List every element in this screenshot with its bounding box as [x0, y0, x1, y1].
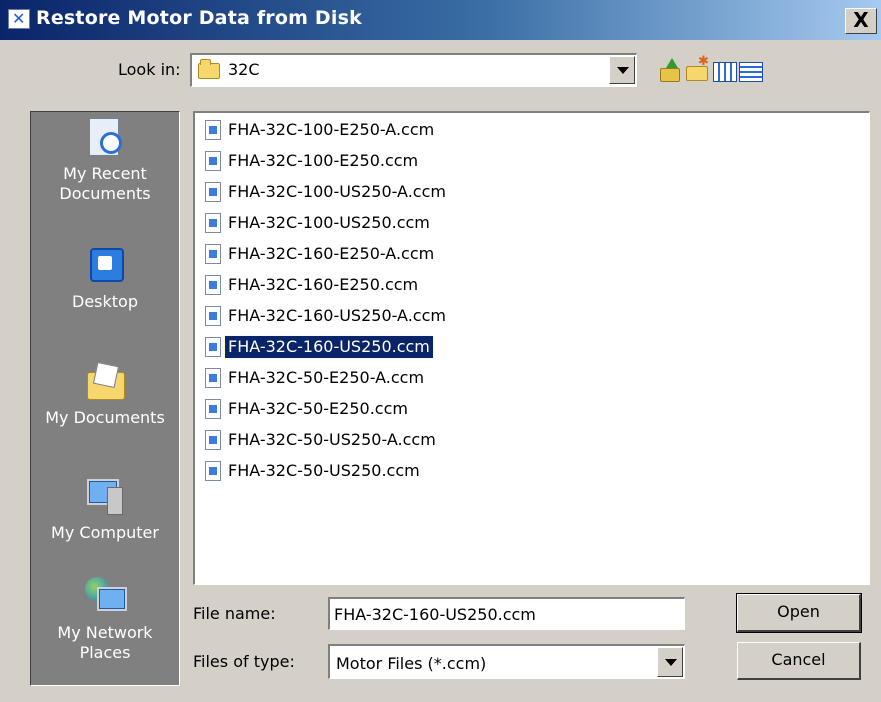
- file-name: FHA-32C-100-US250-A.ccm: [228, 182, 446, 201]
- look-in-dropdown[interactable]: 32C: [190, 53, 637, 87]
- file-name: FHA-32C-160-US250-A.ccm: [228, 306, 446, 325]
- file-name: FHA-32C-160-E250-A.ccm: [228, 244, 435, 263]
- open-button[interactable]: Open: [736, 593, 862, 633]
- create-new-folder-icon[interactable]: [684, 54, 710, 82]
- place-my-network-places[interactable]: My Network Places: [31, 577, 179, 663]
- file-icon: [205, 430, 221, 450]
- place-label: Desktop: [72, 292, 138, 311]
- file-name: FHA-32C-100-E250-A.ccm: [228, 120, 435, 139]
- file-name: FHA-32C-50-US250.ccm: [228, 461, 420, 480]
- title-bar: Restore Motor Data from Disk X: [0, 0, 881, 40]
- place-desktop[interactable]: Desktop: [31, 246, 179, 312]
- file-icon: [205, 368, 221, 388]
- my-computer-icon: [83, 477, 127, 517]
- file-type-label: Files of type:: [193, 652, 295, 671]
- up-one-level-icon[interactable]: [656, 58, 682, 82]
- cancel-button[interactable]: Cancel: [737, 642, 861, 680]
- file-type-dropdown[interactable]: Motor Files (*.ccm): [328, 644, 685, 679]
- chevron-down-icon[interactable]: [657, 647, 683, 677]
- file-icon: [205, 306, 221, 326]
- place-my-recent-documents[interactable]: My Recent Documents: [31, 118, 179, 204]
- place-my-computer[interactable]: My Computer: [31, 477, 179, 543]
- place-label: My Recent Documents: [59, 164, 151, 203]
- file-name: FHA-32C-160-E250.ccm: [228, 275, 419, 294]
- place-my-documents[interactable]: My Documents: [31, 362, 179, 428]
- file-name: FHA-32C-50-E250.ccm: [228, 399, 408, 418]
- file-name: FHA-32C-100-US250.ccm: [228, 213, 430, 232]
- file-name: FHA-32C-100-E250.ccm: [228, 151, 419, 170]
- app-icon: [8, 9, 30, 29]
- file-icon: [205, 275, 221, 295]
- file-icon: [205, 151, 221, 171]
- recent-documents-icon: [83, 118, 127, 158]
- details-view-icon[interactable]: [738, 58, 764, 82]
- file-icon: [205, 120, 221, 140]
- file-name-label: File name:: [193, 604, 276, 623]
- place-label: My Computer: [51, 523, 159, 542]
- file-icon: [205, 182, 221, 202]
- folder-icon: [198, 59, 220, 79]
- file-icon: [205, 213, 221, 233]
- file-name-input[interactable]: [328, 597, 685, 630]
- file-icon: [205, 461, 221, 481]
- look-in-label: Look in:: [118, 60, 181, 79]
- close-button[interactable]: X: [845, 8, 877, 34]
- file-name: FHA-32C-50-E250-A.ccm: [228, 368, 425, 387]
- file-icon: [205, 399, 221, 419]
- places-bar: My Recent Documents Desktop My Documents…: [30, 111, 180, 686]
- place-label: My Network Places: [57, 623, 153, 662]
- network-places-icon: [83, 577, 127, 617]
- file-name: FHA-32C-160-US250.ccm: [224, 335, 434, 359]
- my-documents-icon: [83, 362, 127, 402]
- list-view-icon[interactable]: [712, 58, 738, 82]
- window-title: Restore Motor Data from Disk: [36, 7, 362, 29]
- desktop-icon: [83, 246, 127, 286]
- file-icon: [205, 244, 221, 264]
- chevron-down-icon[interactable]: [609, 56, 635, 84]
- file-type-value: Motor Files (*.ccm): [336, 654, 487, 673]
- file-name: FHA-32C-50-US250-A.ccm: [228, 430, 436, 449]
- file-list[interactable]: FHA-32C-100-E250-A.ccm FHA-32C-100-E250.…: [193, 111, 870, 585]
- place-label: My Documents: [45, 408, 165, 427]
- look-in-value: 32C: [228, 60, 260, 79]
- file-icon: [205, 337, 221, 357]
